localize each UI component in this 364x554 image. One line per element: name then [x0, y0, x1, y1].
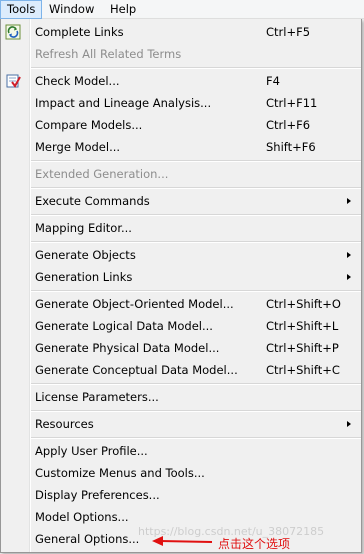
menu-separator [31, 383, 361, 385]
submenu-arrow-icon [347, 198, 351, 204]
menu-item-complete-links[interactable]: Complete Links Ctrl+F5 [1, 21, 361, 43]
menu-label: Generate Objects [35, 248, 136, 262]
menu-bar: Tools Window Help [0, 0, 364, 19]
menu-separator [31, 290, 361, 292]
menu-item-resources[interactable]: Resources [1, 413, 361, 435]
submenu-arrow-icon [347, 421, 351, 427]
menu-separator [31, 67, 361, 69]
menu-item-generate-conceptual-model[interactable]: Generate Conceptual Data Model... Ctrl+S… [1, 359, 361, 381]
menu-item-generate-objects[interactable]: Generate Objects [1, 244, 361, 266]
menu-label: Complete Links [35, 25, 124, 39]
menu-item-display-preferences[interactable]: Display Preferences... [1, 484, 361, 506]
menu-separator [31, 241, 361, 243]
menu-label: Check Model... [35, 74, 120, 88]
menu-label: Extended Generation... [35, 167, 169, 181]
menu-label: Generate Logical Data Model... [35, 319, 213, 333]
refresh-links-icon [5, 24, 21, 40]
menu-item-check-model[interactable]: Check Model... F4 [1, 70, 361, 92]
menu-item-generation-links[interactable]: Generation Links [1, 266, 361, 288]
menu-label: Compare Models... [35, 118, 143, 132]
annotation-label: 点击这个选项 [218, 537, 291, 551]
menu-label: Execute Commands [35, 194, 150, 208]
menu-label: Impact and Lineage Analysis... [35, 96, 212, 110]
menu-label: Model Options... [35, 510, 129, 524]
menu-label: License Parameters... [35, 390, 159, 404]
menu-label: Refresh All Related Terms [35, 47, 182, 61]
menu-separator [31, 214, 361, 216]
menu-item-generate-logical-model[interactable]: Generate Logical Data Model... Ctrl+Shif… [1, 315, 361, 337]
menu-item-refresh-terms: Refresh All Related Terms [1, 43, 361, 65]
menu-label: Mapping Editor... [35, 221, 132, 235]
check-model-icon [5, 73, 21, 89]
menu-item-impact-lineage[interactable]: Impact and Lineage Analysis... Ctrl+F11 [1, 92, 361, 114]
menu-shortcut: Ctrl+F5 [266, 25, 311, 39]
menu-item-merge-model[interactable]: Merge Model... Shift+F6 [1, 136, 361, 158]
menu-label: Generation Links [35, 270, 133, 284]
menu-label: Merge Model... [35, 140, 121, 154]
menu-item-extended-generation: Extended Generation... [1, 163, 361, 185]
menu-item-mapping-editor[interactable]: Mapping Editor... [1, 217, 361, 239]
menu-help[interactable]: Help [104, 0, 142, 19]
menu-label: Generate Physical Data Model... [35, 341, 220, 355]
submenu-arrow-icon [347, 252, 351, 258]
menu-item-compare-models[interactable]: Compare Models... Ctrl+F6 [1, 114, 361, 136]
menu-label: Generate Conceptual Data Model... [35, 363, 238, 377]
menu-item-apply-user-profile[interactable]: Apply User Profile... [1, 440, 361, 462]
menu-label: Display Preferences... [35, 488, 160, 502]
annotation-arrow-icon [152, 536, 213, 546]
menu-label: General Options... [35, 532, 140, 546]
menu-shortcut: Ctrl+Shift+L [266, 319, 339, 333]
menu-window[interactable]: Window [43, 0, 100, 19]
menu-label: Generate Object-Oriented Model... [35, 297, 234, 311]
menu-shortcut: Ctrl+Shift+O [266, 297, 341, 311]
menu-shortcut: Ctrl+F6 [266, 118, 311, 132]
menu-label: Resources [35, 417, 94, 431]
menu-separator [31, 160, 361, 162]
menu-shortcut: Ctrl+Shift+P [266, 341, 339, 355]
menu-item-execute-commands[interactable]: Execute Commands [1, 190, 361, 212]
menu-item-generate-physical-model[interactable]: Generate Physical Data Model... Ctrl+Shi… [1, 337, 361, 359]
menu-separator [31, 410, 361, 412]
menu-item-license-parameters[interactable]: License Parameters... [1, 386, 361, 408]
menu-label: Customize Menus and Tools... [35, 466, 205, 480]
menu-shortcut: F4 [266, 74, 280, 88]
menu-item-customize-menus[interactable]: Customize Menus and Tools... [1, 462, 361, 484]
submenu-arrow-icon [347, 274, 351, 280]
menu-shortcut: Shift+F6 [266, 140, 316, 154]
menu-item-generate-oo-model[interactable]: Generate Object-Oriented Model... Ctrl+S… [1, 293, 361, 315]
menu-tools[interactable]: Tools [0, 0, 43, 19]
menu-shortcut: Ctrl+Shift+C [266, 363, 340, 377]
tools-dropdown-menu: Complete Links Ctrl+F5 Refresh All Relat… [0, 19, 362, 553]
menu-separator [31, 437, 361, 439]
menu-separator [31, 187, 361, 189]
menu-shortcut: Ctrl+F11 [266, 96, 318, 110]
menu-label: Apply User Profile... [35, 444, 148, 458]
